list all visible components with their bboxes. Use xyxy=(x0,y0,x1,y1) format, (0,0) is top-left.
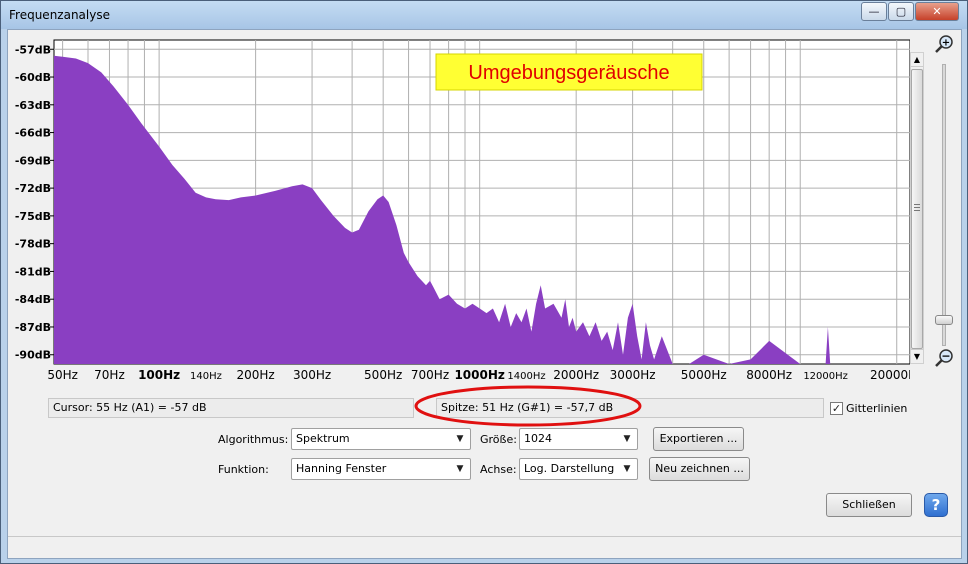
x-tick-label: 50Hz xyxy=(47,368,78,382)
export-button[interactable]: Exportieren ... xyxy=(653,427,744,451)
axis-select[interactable]: Log. Darstellung ▼ xyxy=(519,458,638,480)
y-tick-label: -57dB xyxy=(15,43,51,56)
spectrum-plot[interactable]: -57dB -60dB -63dB -66dB -69dB -72dB -75dB -78dB… xyxy=(8,30,910,382)
dropdown-arrow-icon: ▼ xyxy=(623,434,631,444)
help-icon[interactable]: ? xyxy=(924,493,948,517)
dropdown-arrow-icon: ▼ xyxy=(456,434,464,444)
y-tick-label: -72dB xyxy=(15,182,51,195)
redraw-button[interactable]: Neu zeichnen ... xyxy=(649,457,750,481)
axis-label: Achse: xyxy=(480,463,517,476)
y-tick-label: -69dB xyxy=(15,154,51,167)
close-window-button[interactable]: ✕ xyxy=(915,2,959,21)
algorithm-select[interactable]: Spektrum ▼ xyxy=(291,428,471,450)
vertical-scrollbar[interactable]: ▲ ▼ xyxy=(910,52,924,364)
y-tick-label: -75dB xyxy=(15,210,51,223)
x-tick-label: 300Hz xyxy=(293,368,331,382)
dialog-client-area: -57dB -60dB -63dB -66dB -69dB -72dB -75dB -78dB… xyxy=(7,29,962,559)
annotation-text: Umgebungsgeräusche xyxy=(468,62,669,84)
title-bar[interactable]: Frequenzanalyse — ▢ ✕ xyxy=(1,1,967,29)
scroll-down-arrow-icon[interactable]: ▼ xyxy=(911,349,923,363)
frequency-analysis-window: Frequenzanalyse — ▢ ✕ -57dB -60dB -63dB -66… xyxy=(0,0,968,564)
grid-lines-checkbox[interactable]: ✓ xyxy=(830,402,843,415)
window-title: Frequenzanalyse xyxy=(9,8,110,22)
function-label: Funktion: xyxy=(218,463,269,476)
svg-text:+: + xyxy=(942,38,950,49)
x-tick-label: 200Hz xyxy=(236,368,274,382)
x-tick-label: 20000Hz xyxy=(870,368,910,382)
axis-value: Log. Darstellung xyxy=(524,462,615,475)
y-tick-label: -81dB xyxy=(15,265,51,278)
x-tick-label: 8000Hz xyxy=(746,368,792,382)
svg-text:−: − xyxy=(941,350,950,363)
peak-highlight-ellipse xyxy=(414,385,642,427)
x-tick-label: 5000Hz xyxy=(681,368,727,382)
y-tick-label: -87dB xyxy=(15,321,51,334)
x-tick-label: 700Hz xyxy=(411,368,449,382)
x-tick-label: 1000Hz xyxy=(454,368,504,382)
x-tick-label: 140Hz xyxy=(190,371,222,382)
bottom-status-bar xyxy=(8,536,961,558)
dropdown-arrow-icon: ▼ xyxy=(456,464,464,474)
y-tick-label: -63dB xyxy=(15,99,51,112)
dropdown-arrow-icon: ▼ xyxy=(623,464,631,474)
y-tick-label: -78dB xyxy=(15,238,51,251)
size-select[interactable]: 1024 ▼ xyxy=(519,428,638,450)
x-tick-label: 12000Hz xyxy=(803,371,848,382)
maximize-button[interactable]: ▢ xyxy=(888,2,914,21)
y-tick-label: -60dB xyxy=(15,71,51,84)
x-tick-label: 500Hz xyxy=(364,368,402,382)
x-tick-label: 100Hz xyxy=(138,368,180,382)
x-tick-label: 1400Hz xyxy=(507,371,545,382)
zoom-slider-track[interactable] xyxy=(935,64,953,346)
y-tick-label: -90dB xyxy=(15,349,51,362)
size-label: Größe: xyxy=(480,433,517,446)
cursor-readout: Cursor: 55 Hz (A1) = -57 dB xyxy=(48,398,414,418)
close-dialog-button[interactable]: Schließen xyxy=(826,493,912,517)
algorithm-label: Algorithmus: xyxy=(218,433,289,446)
function-select[interactable]: Hanning Fenster ▼ xyxy=(291,458,471,480)
x-tick-label: 3000Hz xyxy=(610,368,656,382)
scroll-thumb[interactable] xyxy=(911,69,923,349)
algorithm-value: Spektrum xyxy=(296,432,350,445)
zoom-in-icon[interactable]: + xyxy=(934,34,956,54)
size-value: 1024 xyxy=(524,432,552,445)
y-tick-label: -66dB xyxy=(15,127,51,140)
x-tick-label: 2000Hz xyxy=(553,368,599,382)
grid-lines-label: Gitterlinien xyxy=(846,402,908,415)
zoom-out-icon[interactable]: − xyxy=(934,348,956,368)
zoom-slider-thumb[interactable] xyxy=(935,315,953,326)
function-value: Hanning Fenster xyxy=(296,462,387,475)
scroll-up-arrow-icon[interactable]: ▲ xyxy=(911,53,923,67)
grip-icon xyxy=(914,204,920,205)
y-tick-label: -84dB xyxy=(15,293,51,306)
minimize-button[interactable]: — xyxy=(861,2,887,21)
x-tick-label: 70Hz xyxy=(94,368,125,382)
